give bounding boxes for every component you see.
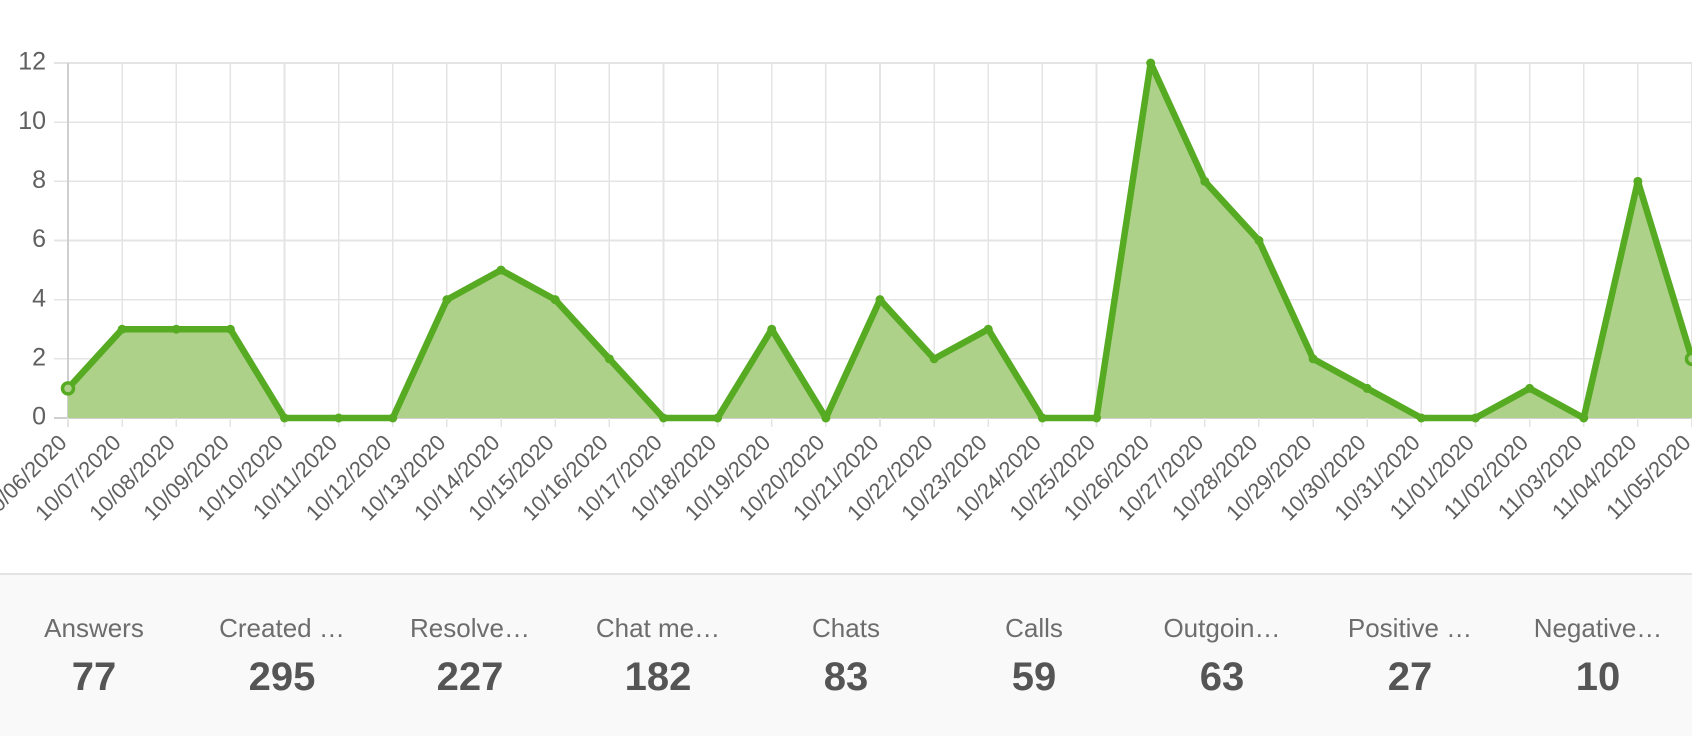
summary-stats-bar: Answers 77 Created … 295 Resolve… 227 Chat me…… [0, 575, 1692, 736]
analytics-dashboard: 0 2 4 6 8 10 12 10/06/2020 10/07/2020 10/08/2020… [0, 0, 1692, 736]
stat-label: Resolve… [410, 613, 530, 643]
y-axis-tick: 2 [32, 343, 46, 371]
stat-value: 227 [436, 655, 504, 700]
y-axis-tick: 0 [32, 403, 46, 431]
y-axis-tick: 10 [18, 107, 46, 135]
y-axis-tick: 12 [18, 48, 46, 76]
stat-cell[interactable]: Negative… 10 [1504, 614, 1692, 698]
y-axis-tick-labels: 0 2 4 6 8 10 12 [18, 48, 46, 431]
stat-label: Created … [219, 613, 345, 643]
stat-value: 27 [1387, 655, 1433, 700]
stat-label: Calls [1005, 613, 1063, 643]
x-axis-tick-labels: 10/06/202010/07/202010/08/202010/09/2020… [0, 430, 1692, 526]
y-axis-tick: 8 [32, 166, 46, 194]
y-axis-tick: 6 [32, 225, 46, 253]
stat-label: Outgoin… [1163, 613, 1281, 643]
area-chart[interactable]: 0 2 4 6 8 10 12 10/06/202010/07/202010/08/2020… [0, 0, 1692, 573]
stat-value: 10 [1575, 655, 1621, 700]
stat-label: Negative… [1533, 613, 1663, 643]
stat-cell[interactable]: Chat me… 182 [564, 614, 752, 698]
stat-value: 83 [823, 655, 869, 700]
stat-label: Chat me… [595, 613, 721, 643]
stat-label: Chats [812, 613, 880, 643]
stat-value: 77 [71, 655, 117, 700]
stat-label: Positive … [1347, 613, 1473, 643]
stat-value: 182 [624, 655, 692, 700]
stat-label: Answers [44, 613, 144, 643]
stat-cell[interactable]: Chats 83 [752, 614, 940, 698]
stat-value: 295 [248, 655, 316, 700]
y-axis-tick: 4 [32, 284, 46, 312]
stat-cell[interactable]: Answers 77 [0, 614, 188, 698]
stat-value: 63 [1199, 655, 1245, 700]
stat-cell[interactable]: Resolve… 227 [376, 614, 564, 698]
stat-cell[interactable]: Outgoin… 63 [1128, 614, 1316, 698]
stat-value: 59 [1011, 655, 1057, 700]
stat-cell[interactable]: Calls 59 [940, 614, 1128, 698]
timeseries-chart-panel: 0 2 4 6 8 10 12 10/06/2020 10/07/2020 10/08/2020… [0, 0, 1692, 573]
stat-cell[interactable]: Created … 295 [188, 614, 376, 698]
stat-cell[interactable]: Positive … 27 [1316, 614, 1504, 698]
